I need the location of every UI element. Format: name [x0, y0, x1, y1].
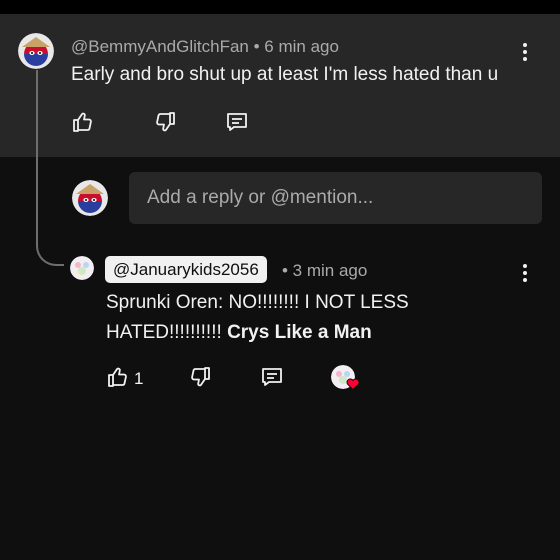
more-vert-icon [523, 43, 527, 47]
ball-avatar-icon [18, 33, 54, 69]
reply-text-bold: Crys Like a Man [227, 322, 372, 343]
parent-avatar[interactable] [18, 33, 54, 69]
reply-reply-button[interactable] [259, 364, 285, 390]
current-user-avatar [72, 180, 108, 216]
reply-dislike-button[interactable] [187, 364, 213, 390]
creator-heart-icon [346, 377, 360, 391]
reply-like-count: 1 [134, 369, 144, 388]
dislike-icon [191, 367, 210, 387]
like-icon [108, 367, 127, 387]
parent-meta: @BemmyAndGlitchFan • 6 min ago [71, 37, 339, 57]
reply-comment-text: Sprunki Oren: NO!!!!!!!! I NOT LESS HATE… [106, 288, 436, 348]
thread-line [36, 70, 64, 266]
parent-dislike-button[interactable] [152, 109, 178, 135]
dislike-icon [156, 112, 175, 132]
parent-comment-text: Early and bro shut up at least I'm less … [71, 64, 499, 85]
pastel-avatar-icon [70, 256, 94, 280]
parent-author[interactable]: @BemmyAndGlitchFan [71, 37, 249, 56]
reply-time: • 3 min ago [282, 261, 368, 280]
like-icon [73, 112, 92, 132]
reply-input[interactable]: Add a reply or @mention... [129, 172, 542, 224]
reply-input-placeholder: Add a reply or @mention... [147, 187, 374, 208]
more-vert-icon [523, 264, 527, 268]
reply-mention[interactable]: @Januarykids2056 [105, 256, 267, 283]
ball-avatar-icon [72, 180, 108, 216]
reply-icon [227, 113, 247, 131]
parent-time: • 6 min ago [253, 37, 339, 56]
reply-like-button[interactable] [105, 364, 131, 390]
top-bar [0, 0, 560, 14]
reply-icon [262, 368, 282, 386]
parent-like-button[interactable] [70, 109, 96, 135]
parent-reply-button[interactable] [224, 109, 250, 135]
reply-avatar[interactable] [70, 256, 94, 280]
reply-more-button[interactable] [513, 261, 537, 285]
parent-more-button[interactable] [513, 40, 537, 64]
